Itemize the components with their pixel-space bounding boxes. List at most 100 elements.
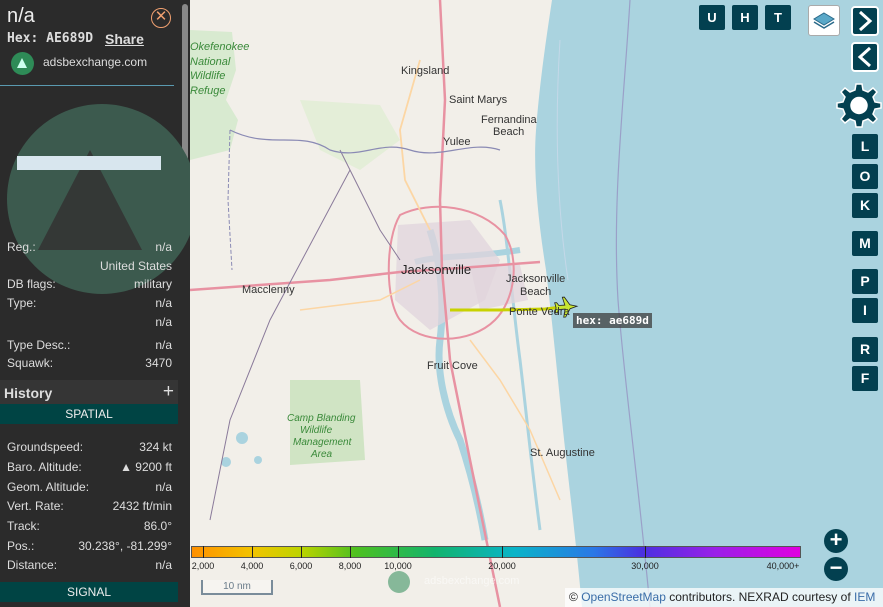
spatial-label: Baro. Altitude:	[7, 460, 82, 474]
scale-tick-label: 20,000	[488, 561, 516, 571]
spatial-label: Pos.:	[7, 539, 35, 553]
altitude-color-scale	[191, 546, 801, 558]
scale-tick	[350, 546, 351, 558]
button-f[interactable]: F	[852, 366, 878, 391]
section-signal: SIGNAL	[0, 582, 178, 602]
iem-link[interactable]: IEM	[854, 590, 875, 604]
spatial-value: ▲ 9200 ft	[120, 460, 172, 474]
detail-value: United States	[99, 259, 172, 273]
detail-value: n/a	[155, 338, 172, 352]
scale-tick-label: 4,000	[240, 561, 264, 571]
scale-tick	[252, 546, 253, 558]
button-p[interactable]: P	[852, 269, 878, 294]
scale-tick	[301, 546, 302, 558]
divider	[0, 85, 174, 86]
openstreetmap-link[interactable]: OpenStreetMap	[581, 590, 666, 604]
detail-value: military	[134, 277, 172, 291]
detail-label: Reg.:	[7, 240, 36, 254]
close-icon[interactable]: ✕	[151, 8, 171, 28]
callsign-title: n/a	[7, 5, 35, 27]
detail-label: DB flags:	[7, 277, 56, 291]
chevron-right-icon	[858, 10, 873, 32]
place-label: Wildlife	[190, 70, 226, 82]
toolbar-button-h[interactable]: H	[732, 5, 758, 30]
gear-icon[interactable]	[836, 82, 882, 128]
attribution-text: contributors. NEXRAD courtesy of	[669, 590, 851, 604]
button-l[interactable]: L	[852, 134, 878, 159]
place-label: Camp Blanding	[287, 413, 356, 424]
spatial-label: Distance:	[7, 558, 58, 572]
hex-code: Hex: AE689D	[7, 31, 93, 46]
zoom-in-button[interactable]: +	[824, 529, 848, 553]
map-canvas[interactable]	[190, 0, 883, 607]
scale-tick-label: 2,000	[191, 561, 215, 571]
prev-aircraft-button[interactable]	[851, 42, 879, 72]
detail-label: Type:	[7, 296, 37, 310]
photo-caption-bar	[17, 156, 161, 170]
scale-tick	[645, 546, 646, 558]
place-label: Refuge	[190, 85, 226, 97]
place-label: Yulee	[443, 136, 471, 148]
layers-icon	[813, 12, 835, 29]
place-label: Ponte Vedra	[509, 306, 570, 318]
scale-tick	[502, 546, 503, 558]
site-link[interactable]: adsbexchange.com	[43, 55, 147, 69]
section-spatial: SPATIAL	[0, 404, 178, 424]
history-header[interactable]: History +	[0, 380, 178, 404]
button-m[interactable]: M	[852, 231, 878, 256]
scale-tick-label: 6,000	[289, 561, 313, 571]
history-label: History	[4, 385, 53, 401]
detail-value: n/a	[155, 296, 172, 310]
map-attribution: © OpenStreetMap contributors. NEXRAD cou…	[565, 588, 883, 607]
next-aircraft-button[interactable]	[851, 6, 879, 36]
place-label: Fernandina	[481, 114, 537, 126]
button-i[interactable]: I	[852, 298, 878, 323]
place-label: Management	[293, 437, 352, 448]
place-label: Fruit Cove	[427, 360, 478, 372]
spatial-value: 2432 ft/min	[112, 499, 172, 513]
scale-tick-label: 40,000+	[766, 561, 800, 571]
scale-tick	[398, 546, 399, 558]
adsbexchange-logo-icon[interactable]	[11, 52, 34, 75]
spatial-value: 30.238°, -81.299°	[78, 539, 172, 553]
spatial-value: 324 kt	[139, 440, 172, 454]
scale-tick-label: 30,000	[631, 561, 659, 571]
layers-button[interactable]	[808, 5, 840, 36]
scale-tick-label: 8,000	[338, 561, 362, 571]
map-view[interactable]: Okefenokee National Wildlife Refuge King…	[190, 0, 883, 607]
spatial-value: 86.0°	[143, 519, 172, 533]
place-label: Wildlife	[300, 425, 333, 436]
zoom-out-button[interactable]: −	[824, 557, 848, 581]
button-k[interactable]: K	[852, 193, 878, 218]
place-label: Saint Marys	[449, 94, 508, 106]
spatial-label: Track:	[7, 519, 40, 533]
detail-label: Type Desc.:	[7, 338, 71, 352]
place-label: St. Augustine	[530, 447, 595, 459]
chevron-left-icon	[857, 46, 872, 68]
share-link[interactable]: Share	[105, 31, 144, 47]
place-label: National	[190, 56, 231, 68]
expand-plus-icon[interactable]: +	[163, 381, 174, 403]
aircraft-label[interactable]: hex: ae689d	[573, 313, 652, 328]
copyright-symbol: ©	[569, 590, 578, 604]
detail-value: n/a	[155, 315, 172, 329]
spatial-label: Geom. Altitude:	[7, 480, 90, 494]
detail-value: 3470	[145, 356, 172, 370]
place-label: Beach	[493, 126, 525, 138]
place-label: Area	[311, 449, 333, 460]
detail-value: n/a	[155, 240, 172, 254]
button-o[interactable]: O	[852, 164, 878, 189]
hex-label: Hex:	[7, 31, 39, 46]
aircraft-info-panel: n/a ✕ Hex: AE689D Share adsbexchange.com…	[0, 0, 190, 607]
button-r[interactable]: R	[852, 337, 878, 362]
place-label: Jacksonville	[506, 273, 566, 285]
watermark-text: adsbexchange.com	[424, 575, 520, 587]
hex-value: AE689D	[46, 31, 94, 46]
place-label: Macclenny	[242, 284, 295, 296]
place-label: Okefenokee	[190, 41, 250, 53]
watermark-logo-icon	[388, 571, 410, 593]
detail-label: Squawk:	[7, 356, 54, 370]
toolbar-button-u[interactable]: U	[699, 5, 725, 30]
spatial-label: Vert. Rate:	[7, 499, 64, 513]
toolbar-button-t[interactable]: T	[765, 5, 791, 30]
